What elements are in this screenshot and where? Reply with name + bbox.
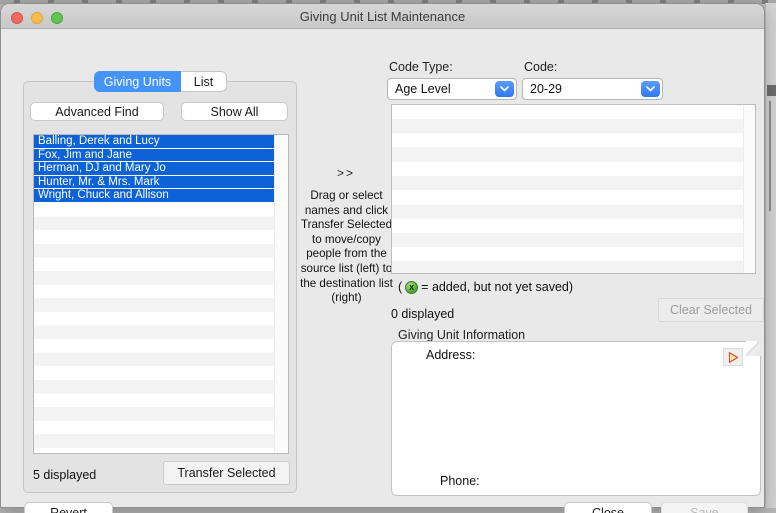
background-artifact: [769, 101, 771, 211]
list-item[interactable]: Wright, Chuck and Allison: [34, 189, 274, 203]
clear-selected-button[interactable]: Clear Selected: [658, 298, 764, 322]
code-type-value: Age Level: [395, 82, 451, 96]
background-artifact: [767, 85, 776, 96]
transfer-selected-button[interactable]: Transfer Selected: [163, 461, 290, 485]
giving-unit-information-box: Address: Phone:: [391, 341, 761, 496]
phone-label: Phone:: [440, 474, 480, 488]
window-content: Giving Units List Advanced Find Show All…: [1, 29, 764, 507]
destination-list[interactable]: [391, 104, 756, 274]
code-dropdown[interactable]: 20-29: [522, 78, 663, 100]
giving-unit-list-maintenance-window: Giving Unit List Maintenance Giving Unit…: [0, 3, 765, 508]
code-type-label: Code Type:: [389, 60, 453, 74]
revert-button[interactable]: Revert: [24, 502, 113, 513]
giving-unit-information-label: Giving Unit Information: [398, 328, 525, 342]
giving-units-list[interactable]: Balling, Derek and LucyFox, Jim and Jane…: [33, 134, 289, 454]
left-list-scrollbar[interactable]: [274, 135, 288, 453]
tab-giving-units[interactable]: Giving Units: [94, 71, 181, 92]
window-title: Giving Unit List Maintenance: [1, 4, 764, 29]
giving-units-rows: Balling, Derek and LucyFox, Jim and Jane…: [34, 135, 274, 203]
code-label: Code:: [524, 60, 557, 74]
play-triangle-icon: [727, 351, 740, 364]
right-list-scrollbar[interactable]: [743, 105, 755, 273]
page-corner-fold: [746, 341, 761, 356]
traffic-light-minimize-icon[interactable]: [31, 12, 43, 24]
save-button[interactable]: Save: [661, 502, 748, 513]
expand-record-button[interactable]: [723, 348, 743, 366]
address-label: Address:: [426, 348, 475, 362]
left-displayed-count: 5 displayed: [33, 468, 96, 482]
added-marker-icon: x: [405, 281, 418, 294]
chevron-down-icon[interactable]: [495, 81, 514, 97]
transfer-instructions: Drag or select names and click Transfer …: [298, 189, 395, 306]
list-item[interactable]: Fox, Jim and Jane: [34, 149, 274, 163]
traffic-light-close-icon[interactable]: [11, 12, 23, 24]
screen: Giving Unit List Maintenance Giving Unit…: [0, 0, 776, 513]
title-bar[interactable]: Giving Unit List Maintenance: [1, 4, 764, 29]
list-item[interactable]: Balling, Derek and Lucy: [34, 135, 274, 149]
transfer-direction-chevrons: >>: [298, 166, 394, 180]
right-displayed-count: 0 displayed: [391, 307, 454, 321]
show-all-button[interactable]: Show All: [181, 102, 288, 121]
advanced-find-button[interactable]: Advanced Find: [30, 102, 164, 121]
traffic-light-zoom-icon[interactable]: [51, 12, 63, 24]
code-value: 20-29: [530, 82, 562, 96]
added-legend: ( x = added, but not yet saved): [398, 280, 573, 294]
tab-bar: Giving Units List: [94, 71, 227, 92]
legend-suffix: = added, but not yet saved): [421, 280, 573, 294]
tab-list[interactable]: List: [181, 71, 227, 92]
code-type-dropdown[interactable]: Age Level: [387, 78, 517, 100]
background-right-strip: [765, 3, 776, 508]
list-item[interactable]: Hunter, Mr. & Mrs. Mark: [34, 176, 274, 190]
close-button[interactable]: Close: [564, 502, 652, 513]
legend-prefix: (: [398, 280, 402, 294]
chevron-down-icon[interactable]: [641, 81, 660, 97]
list-item[interactable]: Herman, DJ and Mary Jo: [34, 162, 274, 176]
